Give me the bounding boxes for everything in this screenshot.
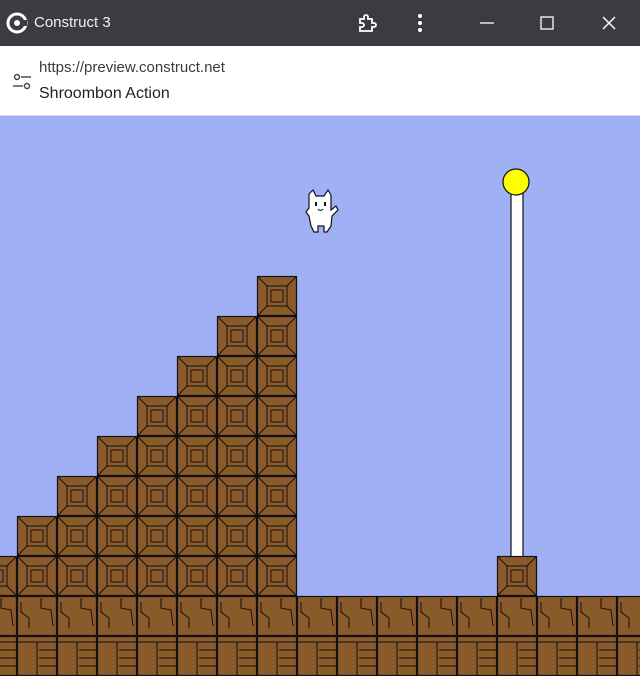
brick-tile: [616, 635, 640, 676]
brick-tile: [256, 635, 298, 676]
ground-tile: [56, 595, 98, 637]
block: [176, 395, 218, 437]
block: [56, 555, 98, 597]
brick-tile: [456, 635, 498, 676]
close-icon: [602, 16, 616, 30]
brick-tile: [56, 635, 98, 676]
block: [176, 515, 218, 557]
brick-tile: [336, 635, 378, 676]
block: [56, 515, 98, 557]
block: [176, 475, 218, 517]
block: [136, 555, 178, 597]
goal-flagpole: [496, 168, 538, 597]
block: [216, 555, 258, 597]
window-title: Construct 3: [34, 14, 111, 31]
ground-tile: [296, 595, 338, 637]
block: [256, 395, 298, 437]
ground-tile: [176, 595, 218, 637]
block: [96, 555, 138, 597]
block: [16, 555, 58, 597]
block: [136, 435, 178, 477]
block: [256, 515, 298, 557]
ground-tile: [0, 595, 18, 637]
title-bar: Construct 3: [0, 0, 640, 46]
block: [96, 515, 138, 557]
block: [256, 475, 298, 517]
site-settings-icon[interactable]: [12, 73, 32, 91]
block: [216, 435, 258, 477]
ground-tile: [416, 595, 458, 637]
minimize-icon: [480, 22, 494, 24]
close-button[interactable]: [586, 0, 632, 46]
brick-tile: [496, 635, 538, 676]
brick-tile: [296, 635, 338, 676]
brick-tile: [536, 635, 578, 676]
url-text[interactable]: https://preview.construct.net: [39, 59, 225, 76]
game-scene: [0, 168, 640, 676]
ground-tile: [216, 595, 258, 637]
ground-tile: [456, 595, 498, 637]
ground-tiles: [0, 595, 640, 676]
maximize-button[interactable]: [524, 0, 570, 46]
block: [0, 555, 18, 597]
ground-tile: [16, 595, 58, 637]
block: [176, 555, 218, 597]
ground-tile: [616, 595, 640, 637]
ground-tile: [256, 595, 298, 637]
more-options-button[interactable]: [397, 0, 443, 46]
brick-tile: [416, 635, 458, 676]
brick-tile: [216, 635, 258, 676]
brick-tile: [136, 635, 178, 676]
brick-tile: [576, 635, 618, 676]
address-bar: https://preview.construct.net Shroombon …: [0, 46, 640, 116]
block: [56, 475, 98, 517]
ground-tile: [336, 595, 378, 637]
minimize-button[interactable]: [464, 0, 510, 46]
page-title: Shroombon Action: [39, 85, 170, 102]
player-cat: [305, 188, 339, 233]
block: [96, 435, 138, 477]
brick-tile: [96, 635, 138, 676]
block: [216, 395, 258, 437]
block: [216, 475, 258, 517]
ground-tile: [536, 595, 578, 637]
block: [176, 435, 218, 477]
block: [136, 395, 178, 437]
maximize-icon: [540, 16, 554, 30]
ground-tile: [136, 595, 178, 637]
block: [256, 275, 298, 317]
block: [256, 435, 298, 477]
block: [176, 355, 218, 397]
block: [216, 315, 258, 357]
construct-logo-icon: [6, 12, 28, 34]
brick-tile: [376, 635, 418, 676]
block: [136, 475, 178, 517]
brick-tile: [0, 635, 18, 676]
ground-tile: [376, 595, 418, 637]
brick-tile: [176, 635, 218, 676]
more-vert-icon: [418, 14, 422, 32]
ground-tile: [96, 595, 138, 637]
block: [256, 555, 298, 597]
ground-tile: [576, 595, 618, 637]
ground-tile: [496, 595, 538, 637]
block: [16, 515, 58, 557]
block: [256, 315, 298, 357]
extension-button[interactable]: [344, 0, 390, 46]
block: [96, 475, 138, 517]
extension-icon: [359, 14, 377, 32]
block: [136, 515, 178, 557]
brick-tile: [16, 635, 58, 676]
block: [216, 515, 258, 557]
block: [256, 355, 298, 397]
staircase-blocks: [0, 275, 298, 597]
game-canvas[interactable]: [0, 116, 640, 676]
block: [216, 355, 258, 397]
